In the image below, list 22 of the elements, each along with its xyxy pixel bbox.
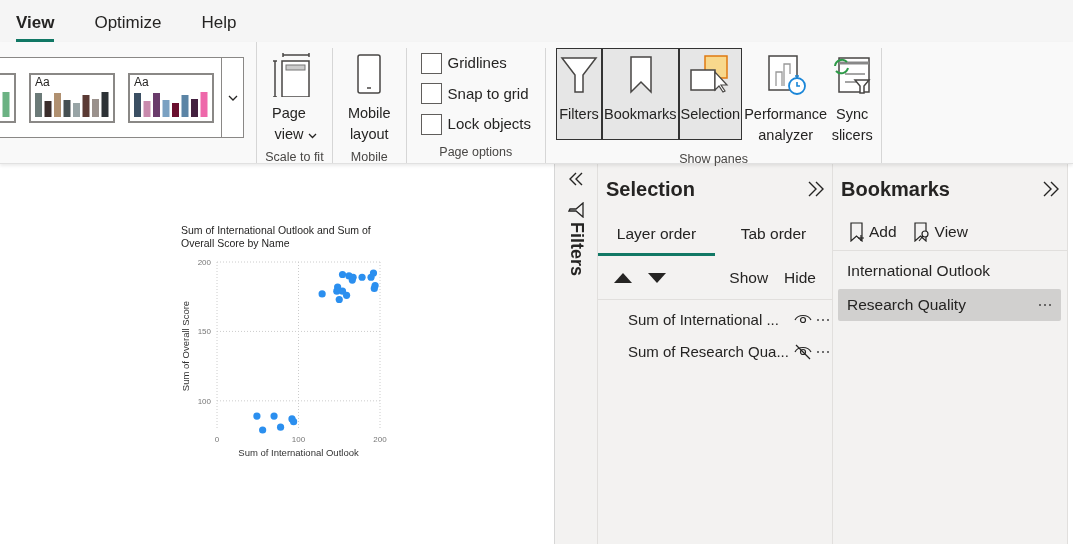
axis-tick-label: 200: [197, 258, 211, 267]
axis-tick-label: 0: [214, 435, 220, 444]
axis-tick-label: 200: [373, 435, 387, 444]
group-label: Scale to fit: [264, 149, 325, 166]
axis-title: Sum of Overall Score: [181, 300, 191, 392]
axis-title: Sum of International Outlook: [238, 447, 359, 458]
pane-title: Bookmarks: [841, 177, 950, 202]
group-label: Mobile: [349, 149, 389, 166]
group-label: Page options: [438, 144, 514, 162]
pane-title: Selection: [606, 177, 695, 202]
axis-tick-label: 150: [197, 327, 211, 337]
pane-title: Filters: [565, 222, 588, 277]
bookmark-name: Research Quality: [847, 295, 967, 316]
bookmark-name: International Outlook: [847, 261, 992, 282]
layer-name: Sum of International ...: [628, 310, 780, 330]
axis-tick-label: 100: [291, 435, 306, 444]
chart-title: Sum of International Outlook and Sum of Overall Score by Name: [181, 224, 372, 250]
layer-name: Sum of Research Qua...: [628, 342, 790, 362]
axis-tick-label: 100: [197, 396, 211, 406]
theme-sample-text: Aa: [35, 76, 51, 89]
theme-sample-text: Aa: [134, 76, 150, 89]
group-label: Show panes: [678, 151, 749, 168]
